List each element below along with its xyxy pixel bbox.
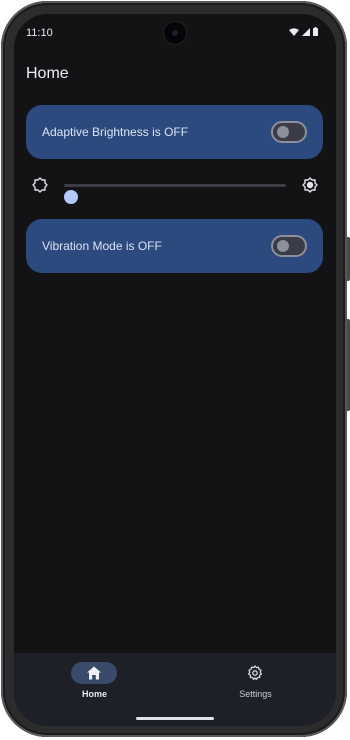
vibration-mode-label: Vibration Mode is OFF (42, 239, 162, 253)
brightness-slider-row (26, 172, 323, 204)
front-camera (164, 22, 186, 44)
switch-thumb (277, 126, 289, 138)
status-bar: 11:10 (14, 14, 336, 52)
cellular-signal-icon (302, 27, 310, 36)
slider-thumb[interactable] (64, 190, 78, 204)
brightness-slider[interactable] (64, 184, 286, 204)
wifi-icon (289, 27, 299, 36)
adaptive-brightness-card[interactable]: Adaptive Brightness is OFF (26, 105, 323, 159)
vibration-mode-switch[interactable] (271, 235, 307, 257)
page-title: Home (26, 65, 69, 82)
app-screen: 11:10 Home Adaptive Brightness is OFF Vi… (14, 14, 336, 726)
gesture-navigation-bar[interactable] (136, 717, 214, 720)
nav-item-home[interactable]: Home (14, 653, 175, 726)
status-icons (289, 27, 318, 36)
nav-item-settings[interactable]: Settings (175, 653, 336, 726)
adaptive-brightness-switch[interactable] (271, 121, 307, 143)
brightness-high-icon[interactable] (301, 176, 319, 194)
phone-frame: 11:10 Home Adaptive Brightness is OFF Vi… (1, 1, 350, 737)
vibration-mode-card[interactable]: Vibration Mode is OFF (26, 219, 323, 273)
nav-label-home: Home (81, 689, 107, 699)
bottom-navigation: Home Settings (14, 653, 336, 726)
adaptive-brightness-label: Adaptive Brightness is OFF (42, 125, 189, 139)
nav-label-settings: Settings (239, 689, 272, 699)
brightness-low-icon[interactable] (31, 176, 49, 194)
home-icon (87, 666, 101, 680)
switch-thumb (277, 240, 289, 252)
gear-icon (247, 665, 263, 681)
battery-icon (313, 27, 318, 36)
status-time: 11:10 (26, 27, 53, 39)
